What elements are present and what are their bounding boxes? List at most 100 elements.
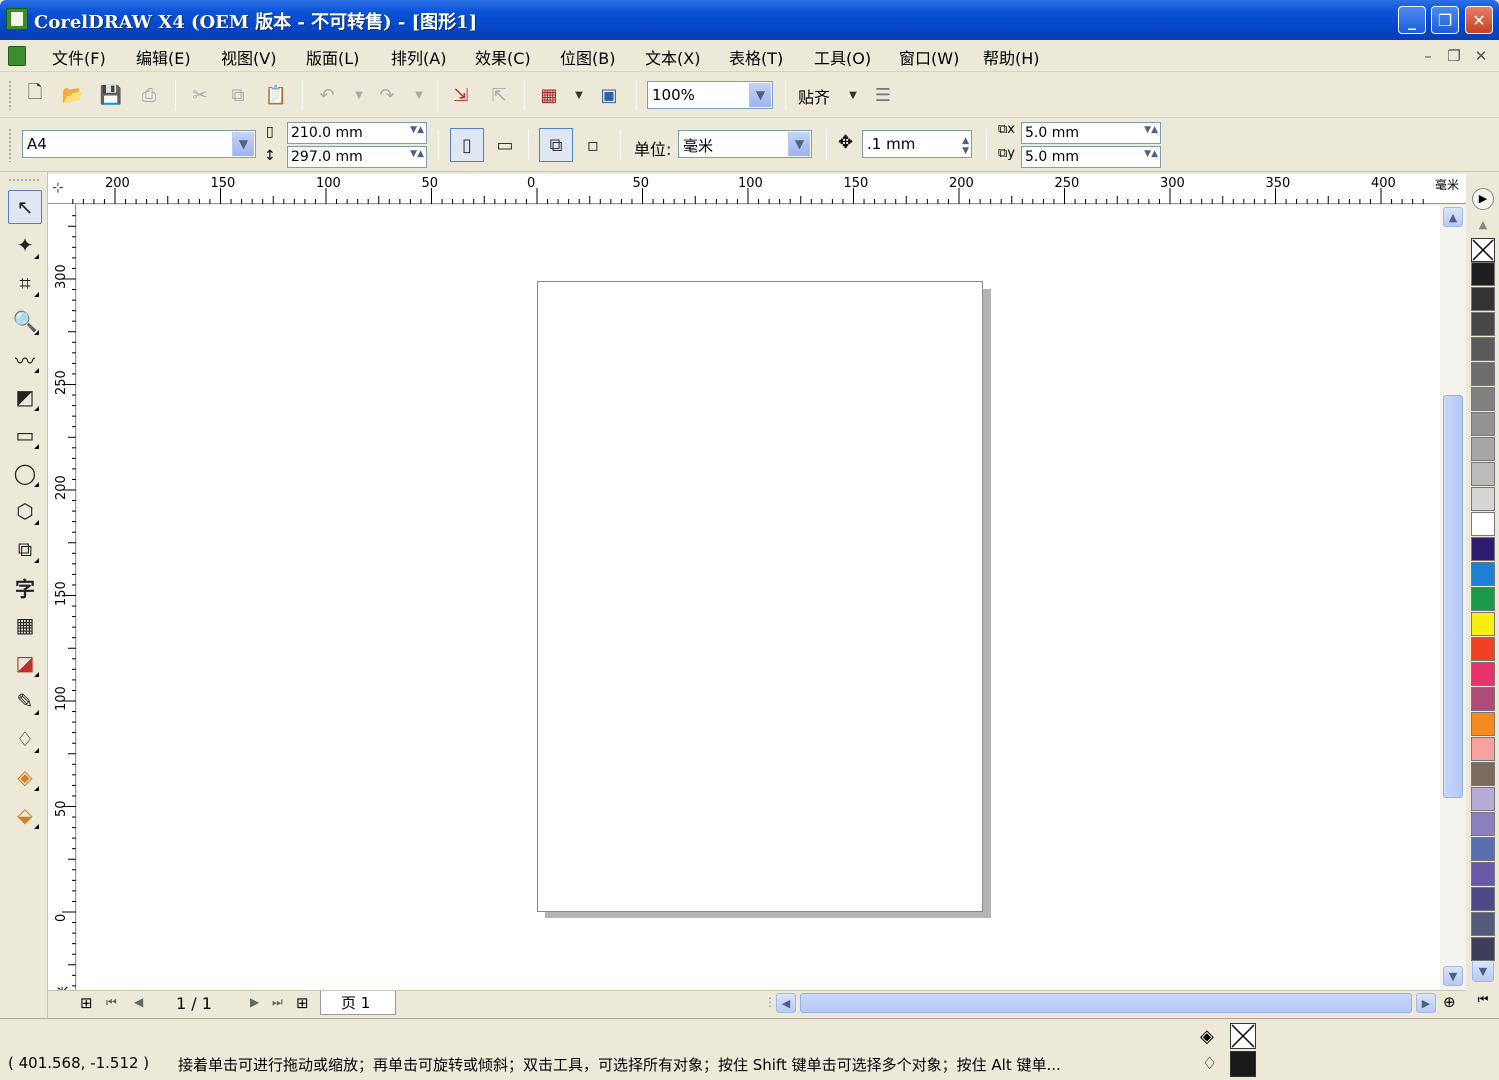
import-icon[interactable]: ⇲ — [448, 82, 474, 108]
undo-dropdown-icon[interactable]: ▼ — [346, 82, 372, 108]
ellipse-tool-icon[interactable]: ◯ — [8, 456, 42, 490]
horizontal-ruler[interactable]: 200 150 100 50 0 50 100 150 200 250 300 350 400 毫米 — [48, 174, 1466, 204]
toolbar-grip[interactable] — [8, 128, 12, 162]
chevron-down-icon[interactable]: ▼ — [749, 83, 771, 107]
add-page-before-icon[interactable]: ⊞ — [80, 994, 93, 1012]
export-icon[interactable]: ⇱ — [486, 82, 512, 108]
shape-tool-icon[interactable]: ✦ — [8, 228, 42, 262]
palette-swatch[interactable] — [1471, 287, 1495, 311]
palette-swatch[interactable] — [1471, 762, 1495, 786]
palette-swatch[interactable] — [1471, 462, 1495, 486]
palette-swatch[interactable] — [1471, 887, 1495, 911]
menu-bitmaps[interactable]: 位图(B) — [560, 45, 615, 69]
menu-view[interactable]: 视图(V) — [221, 45, 276, 69]
doc-close-icon[interactable]: ✕ — [1471, 46, 1491, 66]
palette-swatch[interactable] — [1471, 912, 1495, 936]
document-page[interactable] — [537, 281, 983, 912]
palette-swatch[interactable] — [1471, 262, 1495, 286]
palette-swatch[interactable] — [1471, 437, 1495, 461]
previous-page-icon[interactable]: ◀ — [134, 995, 143, 1009]
scroll-down-icon[interactable]: ▼ — [1443, 966, 1463, 986]
fill-color-indicator[interactable] — [1230, 1023, 1256, 1049]
basic-shapes-tool-icon[interactable]: ⧉ — [8, 532, 42, 566]
portrait-icon[interactable]: ▯ — [450, 128, 484, 162]
palette-swatch[interactable] — [1471, 537, 1495, 561]
smart-fill-tool-icon[interactable]: ◩ — [8, 380, 42, 414]
palette-swatch[interactable] — [1471, 637, 1495, 661]
palette-swatch[interactable] — [1471, 412, 1495, 436]
open-icon[interactable]: 📂 — [60, 82, 86, 108]
toolbox-grip[interactable] — [8, 178, 40, 182]
palette-swatch[interactable] — [1471, 787, 1495, 811]
rectangle-tool-icon[interactable]: ▭ — [8, 418, 42, 452]
interactive-fill-tool-icon[interactable]: ⬙ — [8, 798, 42, 832]
nudge-distance-field[interactable]: .1 mm ▲ ▼ — [862, 130, 972, 158]
palette-swatch[interactable] — [1471, 687, 1495, 711]
undo-icon[interactable]: ↶ — [314, 82, 340, 108]
toolbar-grip[interactable] — [8, 80, 12, 110]
crop-tool-icon[interactable]: ⌗ — [8, 266, 42, 300]
scroll-left-icon[interactable]: ◀ — [776, 993, 796, 1013]
chevron-down-icon[interactable]: ▼ — [232, 132, 254, 156]
all-pages-icon[interactable]: ⧉ — [539, 128, 573, 162]
landscape-icon[interactable]: ▭ — [492, 132, 518, 158]
doc-restore-icon[interactable]: ❐ — [1444, 46, 1464, 66]
ruler-origin-icon[interactable]: ⊹ — [52, 180, 64, 196]
menu-help[interactable]: 帮助(H) — [983, 45, 1040, 69]
scroll-right-icon[interactable]: ▶ — [1416, 993, 1436, 1013]
text-tool-icon[interactable]: 字 — [8, 570, 42, 604]
palette-swatch[interactable] — [1471, 362, 1495, 386]
page-size-combo[interactable]: A4 ▼ — [22, 130, 256, 158]
menu-file[interactable]: 文件(F) — [52, 45, 106, 69]
next-page-icon[interactable]: ▶ — [250, 995, 259, 1009]
first-page-icon[interactable]: ⏮ — [106, 995, 117, 1010]
palette-swatch[interactable] — [1471, 512, 1495, 536]
save-icon[interactable]: 💾 — [98, 82, 124, 108]
spin-icon[interactable]: ▼▲ — [1144, 149, 1158, 159]
menu-tools[interactable]: 工具(O) — [814, 45, 871, 69]
outline-color-indicator[interactable] — [1230, 1051, 1256, 1077]
table-tool-icon[interactable]: ▦ — [8, 608, 42, 642]
spin-icon[interactable]: ▼▲ — [410, 149, 424, 159]
paste-icon[interactable]: 📋 — [263, 82, 289, 108]
palette-swatch[interactable] — [1471, 612, 1495, 636]
last-page-icon[interactable]: ⏭ — [272, 995, 283, 1010]
page-width-field[interactable]: 210.0 mm ▼▲ — [287, 122, 427, 144]
menu-text[interactable]: 文本(X) — [645, 45, 700, 69]
options-icon[interactable]: ☰ — [870, 82, 896, 108]
interactive-blend-tool-icon[interactable]: ◪ — [8, 646, 42, 680]
launcher-dropdown-icon[interactable]: ▼ — [566, 82, 592, 108]
polygon-tool-icon[interactable]: ⬡ — [8, 494, 42, 528]
copy-icon[interactable]: ⧉ — [225, 82, 251, 108]
palette-scroll-up-icon[interactable]: ▲ — [1472, 214, 1494, 236]
minimize-button[interactable]: _ — [1398, 6, 1426, 34]
zoom-level-combo[interactable]: 100% ▼ — [647, 81, 773, 109]
close-button[interactable]: ✕ — [1465, 6, 1493, 34]
vertical-scroll-thumb[interactable] — [1443, 395, 1463, 798]
add-page-after-icon[interactable]: ⊞ — [296, 994, 309, 1012]
palette-swatch[interactable] — [1471, 312, 1495, 336]
palette-swatch[interactable] — [1471, 662, 1495, 686]
palette-swatch[interactable] — [1471, 837, 1495, 861]
redo-icon[interactable]: ↷ — [374, 82, 400, 108]
palette-swatch[interactable] — [1471, 812, 1495, 836]
menu-window[interactable]: 窗口(W) — [899, 45, 959, 69]
outline-tool-icon[interactable]: ♢ — [8, 722, 42, 756]
eyedropper-tool-icon[interactable]: ✎ — [8, 684, 42, 718]
menu-table[interactable]: 表格(T) — [729, 45, 783, 69]
no-color-swatch[interactable] — [1471, 238, 1495, 262]
palette-swatch[interactable] — [1471, 562, 1495, 586]
freehand-tool-icon[interactable]: 〰 — [8, 342, 42, 376]
spin-icon[interactable]: ▼▲ — [410, 125, 424, 135]
palette-scroll-down-icon[interactable]: ▼ — [1472, 960, 1494, 982]
duplicate-x-field[interactable]: 5.0 mm ▼▲ — [1021, 122, 1161, 144]
navigator-zoom-icon[interactable]: ⊕ — [1443, 993, 1456, 1011]
page-height-field[interactable]: 297.0 mm ▼▲ — [287, 146, 427, 168]
chevron-down-icon[interactable]: ▼ — [788, 132, 810, 156]
palette-swatch[interactable] — [1471, 337, 1495, 361]
fill-tool-icon[interactable]: ◈ — [8, 760, 42, 794]
menu-edit[interactable]: 编辑(E) — [136, 45, 191, 69]
palette-swatch[interactable] — [1471, 387, 1495, 411]
cut-icon[interactable]: ✂ — [187, 82, 213, 108]
redo-dropdown-icon[interactable]: ▼ — [406, 82, 432, 108]
